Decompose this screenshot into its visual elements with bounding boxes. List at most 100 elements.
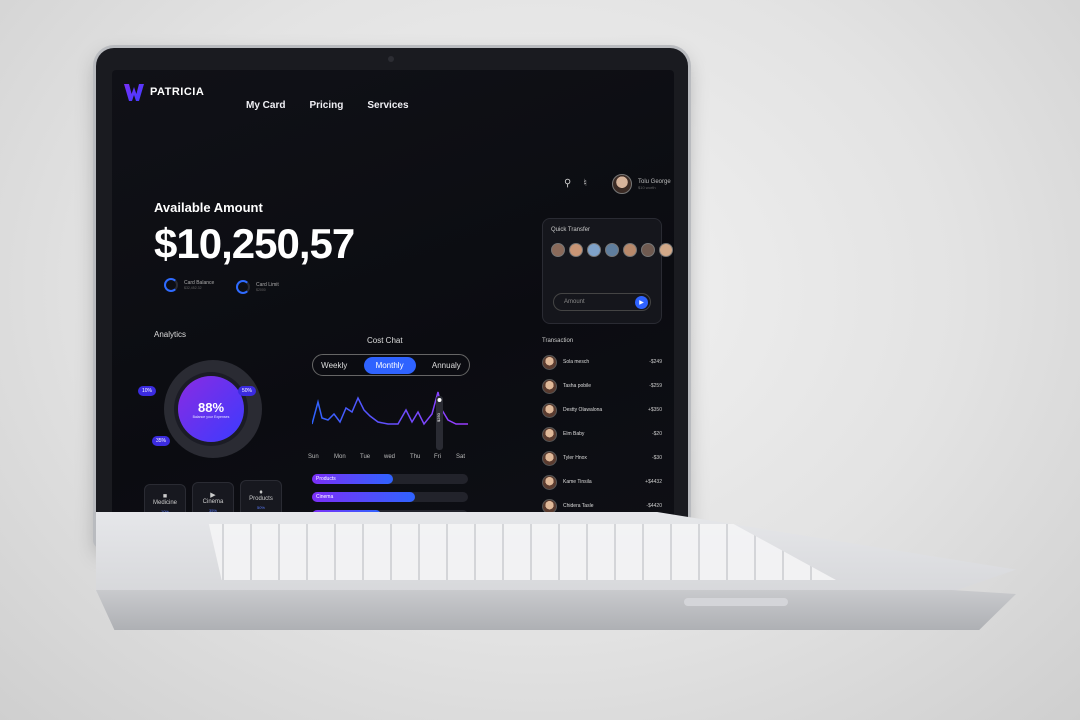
analytics-pill-50: 50% bbox=[238, 386, 257, 396]
contact-avatar[interactable] bbox=[641, 243, 655, 257]
keyboard bbox=[208, 524, 836, 580]
transaction-row[interactable]: Tyler Hnox -$30 bbox=[542, 448, 662, 468]
search-icon[interactable]: ⚲ bbox=[564, 178, 571, 189]
analytics-pill-35: 35% bbox=[152, 436, 171, 446]
spend-bar-products: Products bbox=[312, 474, 468, 484]
touchpad-edge bbox=[684, 598, 788, 606]
transaction-row[interactable]: Tasha pobile -$259 bbox=[542, 376, 662, 396]
day-fri: Fri bbox=[434, 454, 441, 460]
day-thu: Thu bbox=[410, 454, 421, 460]
contact-avatar[interactable] bbox=[551, 243, 565, 257]
logo-text: PATRICIA bbox=[150, 86, 205, 98]
quick-transfer-contacts bbox=[551, 243, 673, 257]
tab-monthly[interactable]: Monthly bbox=[363, 356, 416, 374]
transaction-amount: -$259 bbox=[649, 383, 662, 389]
spend-fill: Cinema bbox=[312, 492, 415, 502]
contact-avatar[interactable] bbox=[587, 243, 601, 257]
transaction-row[interactable]: Destty Olawalona +$350 bbox=[542, 400, 662, 420]
nav-services[interactable]: Services bbox=[367, 100, 408, 111]
day-sun: Sun bbox=[308, 454, 319, 460]
transaction-amount: -$20 bbox=[651, 431, 662, 437]
transaction-row[interactable]: Elm Baby -$20 bbox=[542, 424, 662, 444]
user-name: Tolu George bbox=[638, 178, 671, 185]
card-limit: Card Limit $2000 bbox=[236, 280, 279, 294]
analytics-percent: 88% bbox=[197, 399, 225, 415]
day-mon: Mon bbox=[334, 454, 346, 460]
card-balance-ring-icon bbox=[164, 278, 178, 292]
spend-bar-cinema: Cinema bbox=[312, 492, 468, 502]
marker-bar bbox=[436, 396, 443, 450]
analytics-title: Analytics bbox=[154, 330, 187, 339]
send-icon[interactable]: ▶ bbox=[635, 296, 648, 309]
user-sub: $10 worth bbox=[638, 184, 656, 190]
tab-annualy[interactable]: Annualy bbox=[432, 361, 461, 370]
transaction-name: Destty Olawalona bbox=[563, 407, 603, 413]
card-balance: Card Balance $32,452.32 bbox=[164, 278, 214, 292]
day-sat: Sat bbox=[456, 454, 466, 460]
transaction-name: Elm Baby bbox=[563, 431, 585, 437]
period-toggle: Weekly Monthly Annualy bbox=[312, 354, 470, 376]
w-logo-icon bbox=[124, 84, 144, 101]
cost-line bbox=[312, 391, 468, 426]
transaction-name: Tasha pobile bbox=[563, 383, 592, 389]
day-wed: wed bbox=[384, 454, 396, 460]
nav-my-card[interactable]: My Card bbox=[246, 100, 285, 111]
analytics-caption: Balance your Expenses bbox=[192, 414, 230, 419]
contact-avatar[interactable] bbox=[605, 243, 619, 257]
transaction-amount: +$4432 bbox=[645, 479, 662, 485]
category-label: Cinema bbox=[202, 499, 224, 505]
day-tue: Tue bbox=[360, 454, 371, 460]
avatar bbox=[542, 354, 557, 370]
products-icon: ♦ bbox=[259, 489, 263, 496]
avatar bbox=[542, 426, 557, 442]
transaction-name: Chidera Tasle bbox=[563, 503, 594, 509]
avatar bbox=[542, 474, 557, 490]
card-balance-value: $32,452.32 bbox=[184, 286, 202, 290]
contact-avatar[interactable] bbox=[623, 243, 637, 257]
cost-line-chart: $250 bbox=[312, 391, 468, 450]
tab-weekly[interactable]: Weekly bbox=[321, 361, 347, 370]
transaction-name: Tyler Hnox bbox=[563, 455, 587, 461]
transaction-row[interactable]: Kame Tinsila +$4432 bbox=[542, 472, 662, 492]
top-nav: My Card Pricing Services bbox=[246, 100, 409, 111]
transaction-amount: -$249 bbox=[649, 359, 662, 365]
category-label: Medicine bbox=[152, 500, 177, 506]
available-amount-title: Available Amount bbox=[154, 200, 263, 215]
category-label: Products bbox=[249, 496, 273, 502]
avatar bbox=[542, 498, 557, 514]
laptop-lid: PATRICIA My Card Pricing Services ⚲ ♮ To… bbox=[96, 48, 688, 546]
avatar bbox=[542, 402, 557, 418]
cost-chart-title: Cost Chat bbox=[367, 336, 403, 345]
card-limit-value: $2000 bbox=[256, 288, 266, 292]
contact-avatar[interactable] bbox=[659, 243, 673, 257]
laptop-front-edge bbox=[96, 590, 1016, 630]
available-amount-value: $10,250,57 bbox=[154, 220, 355, 267]
avatar bbox=[542, 378, 557, 394]
avatar bbox=[612, 174, 632, 194]
avatar bbox=[542, 450, 557, 466]
camera-dot bbox=[388, 56, 394, 62]
dashboard-screen: PATRICIA My Card Pricing Services ⚲ ♮ To… bbox=[112, 70, 674, 532]
card-limit-ring-icon bbox=[236, 280, 250, 294]
brand-logo[interactable]: PATRICIA bbox=[124, 82, 204, 102]
transaction-name: Sola mesch bbox=[563, 359, 590, 365]
spend-fill: Products bbox=[312, 474, 394, 484]
contact-avatar[interactable] bbox=[569, 243, 583, 257]
header-icons: ⚲ ♮ bbox=[564, 178, 587, 189]
nav-pricing[interactable]: Pricing bbox=[309, 100, 343, 111]
quick-transfer-card: Quick Transfer Amount ▶ bbox=[542, 218, 673, 324]
amount-input[interactable]: Amount ▶ bbox=[553, 293, 651, 311]
transaction-amount: -$30 bbox=[651, 455, 662, 461]
medicine-icon: ■ bbox=[162, 493, 168, 500]
transaction-row[interactable]: Sola mesch -$249 bbox=[542, 352, 662, 372]
bell-icon[interactable]: ♮ bbox=[583, 178, 587, 189]
analytics-donut: 88% Balance your Expenses bbox=[178, 376, 244, 442]
marker-dot bbox=[437, 398, 442, 402]
category-pct: 50% bbox=[256, 505, 265, 510]
marker-label: $250 bbox=[436, 412, 441, 422]
analytics-pill-10: 10% bbox=[138, 386, 157, 396]
transaction-title: Transaction bbox=[542, 338, 574, 344]
transaction-amount: -$4420 bbox=[646, 503, 662, 509]
transaction-amount: +$350 bbox=[647, 407, 662, 413]
user-profile[interactable]: Tolu George $10 worth bbox=[612, 174, 671, 194]
